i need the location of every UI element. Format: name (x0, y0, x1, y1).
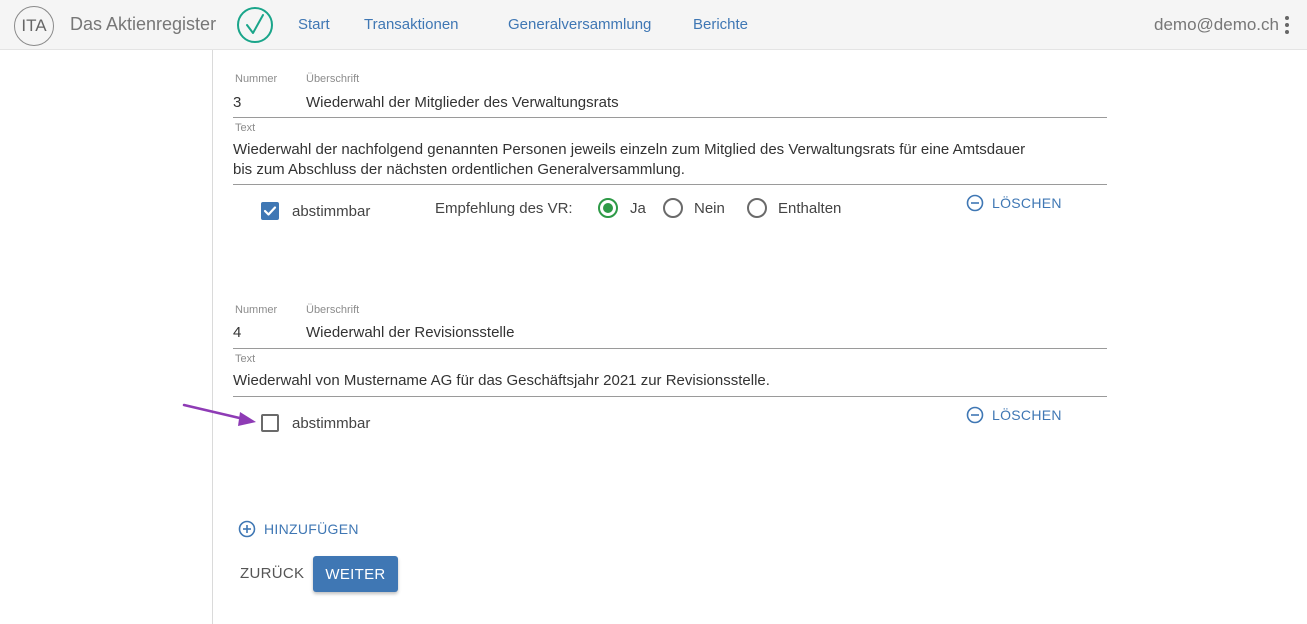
logo-text: ITA (21, 16, 47, 35)
votable-checkbox[interactable] (261, 414, 279, 432)
nav-start[interactable]: Start (298, 16, 330, 33)
title-underline (233, 117, 1107, 118)
annotation-arrow-icon (182, 403, 256, 426)
radio-label-nein: Nein (694, 200, 725, 217)
radio-label-ja: Ja (630, 200, 646, 217)
delete-label: LÖSCHEN (992, 195, 1062, 211)
minus-circle-icon (966, 194, 984, 212)
plus-circle-icon (238, 520, 256, 538)
text-label: Text (235, 122, 256, 134)
title-input[interactable]: Wiederwahl der Mitglieder des Verwaltung… (306, 94, 619, 111)
text-line: Wiederwahl von Mustername AG für das Ges… (233, 372, 770, 389)
title-input[interactable]: Wiederwahl der Revisionsstelle (306, 324, 514, 341)
text-underline (233, 396, 1107, 397)
user-email: demo@demo.ch (1154, 15, 1279, 34)
add-label: HINZUFÜGEN (264, 521, 359, 537)
votable-label: abstimmbar (292, 203, 371, 220)
title-label: Überschrift (306, 73, 360, 85)
nav-reports[interactable]: Berichte (693, 16, 748, 33)
app-name[interactable]: Das Aktienregister (70, 14, 216, 35)
minus-circle-icon (966, 406, 984, 424)
next-button[interactable]: WEITER (313, 556, 398, 592)
top-navigation-bar: ITA Das Aktienregister Start Transaktion… (0, 0, 1307, 50)
recommendation-label: Empfehlung des VR: (435, 200, 573, 217)
number-input[interactable]: 4 (233, 324, 241, 341)
checkmark-icon (263, 206, 277, 216)
sidebar-divider (212, 50, 213, 624)
checkmark-logo-icon (237, 7, 273, 43)
text-underline (233, 184, 1107, 185)
text-line: Wiederwahl der nachfolgend genannten Per… (233, 141, 1026, 158)
number-input[interactable]: 3 (233, 94, 241, 111)
number-label: Nummer (235, 73, 278, 85)
nav-general-assembly[interactable]: Generalversammlung (508, 16, 651, 33)
votable-checkbox[interactable] (261, 202, 279, 220)
radio-label-enthalten: Enthalten (778, 200, 842, 217)
text-input[interactable]: Wiederwahl von Mustername AG für das Ges… (233, 371, 1113, 391)
delete-button[interactable]: LÖSCHEN (966, 406, 1062, 424)
text-label: Text (235, 353, 256, 365)
more-vertical-icon[interactable] (1285, 16, 1289, 34)
votable-label: abstimmbar (292, 415, 371, 432)
nav-transactions[interactable]: Transaktionen (364, 16, 459, 33)
radio-enthalten[interactable] (747, 198, 767, 218)
title-underline (233, 348, 1107, 349)
user-menu[interactable]: demo@demo.ch (1154, 15, 1289, 35)
add-button[interactable]: HINZUFÜGEN (238, 520, 359, 538)
back-button[interactable]: ZURÜCK (240, 565, 304, 582)
delete-label: LÖSCHEN (992, 407, 1062, 423)
text-line: bis zum Abschluss der nächsten ordentlic… (233, 161, 685, 178)
radio-ja[interactable] (598, 198, 618, 218)
radio-nein[interactable] (663, 198, 683, 218)
text-input[interactable]: Wiederwahl der nachfolgend genannten Per… (233, 140, 1113, 180)
title-label: Überschrift (306, 304, 360, 316)
ita-logo[interactable]: ITA (14, 6, 54, 46)
delete-button[interactable]: LÖSCHEN (966, 194, 1062, 212)
number-label: Nummer (235, 304, 278, 316)
